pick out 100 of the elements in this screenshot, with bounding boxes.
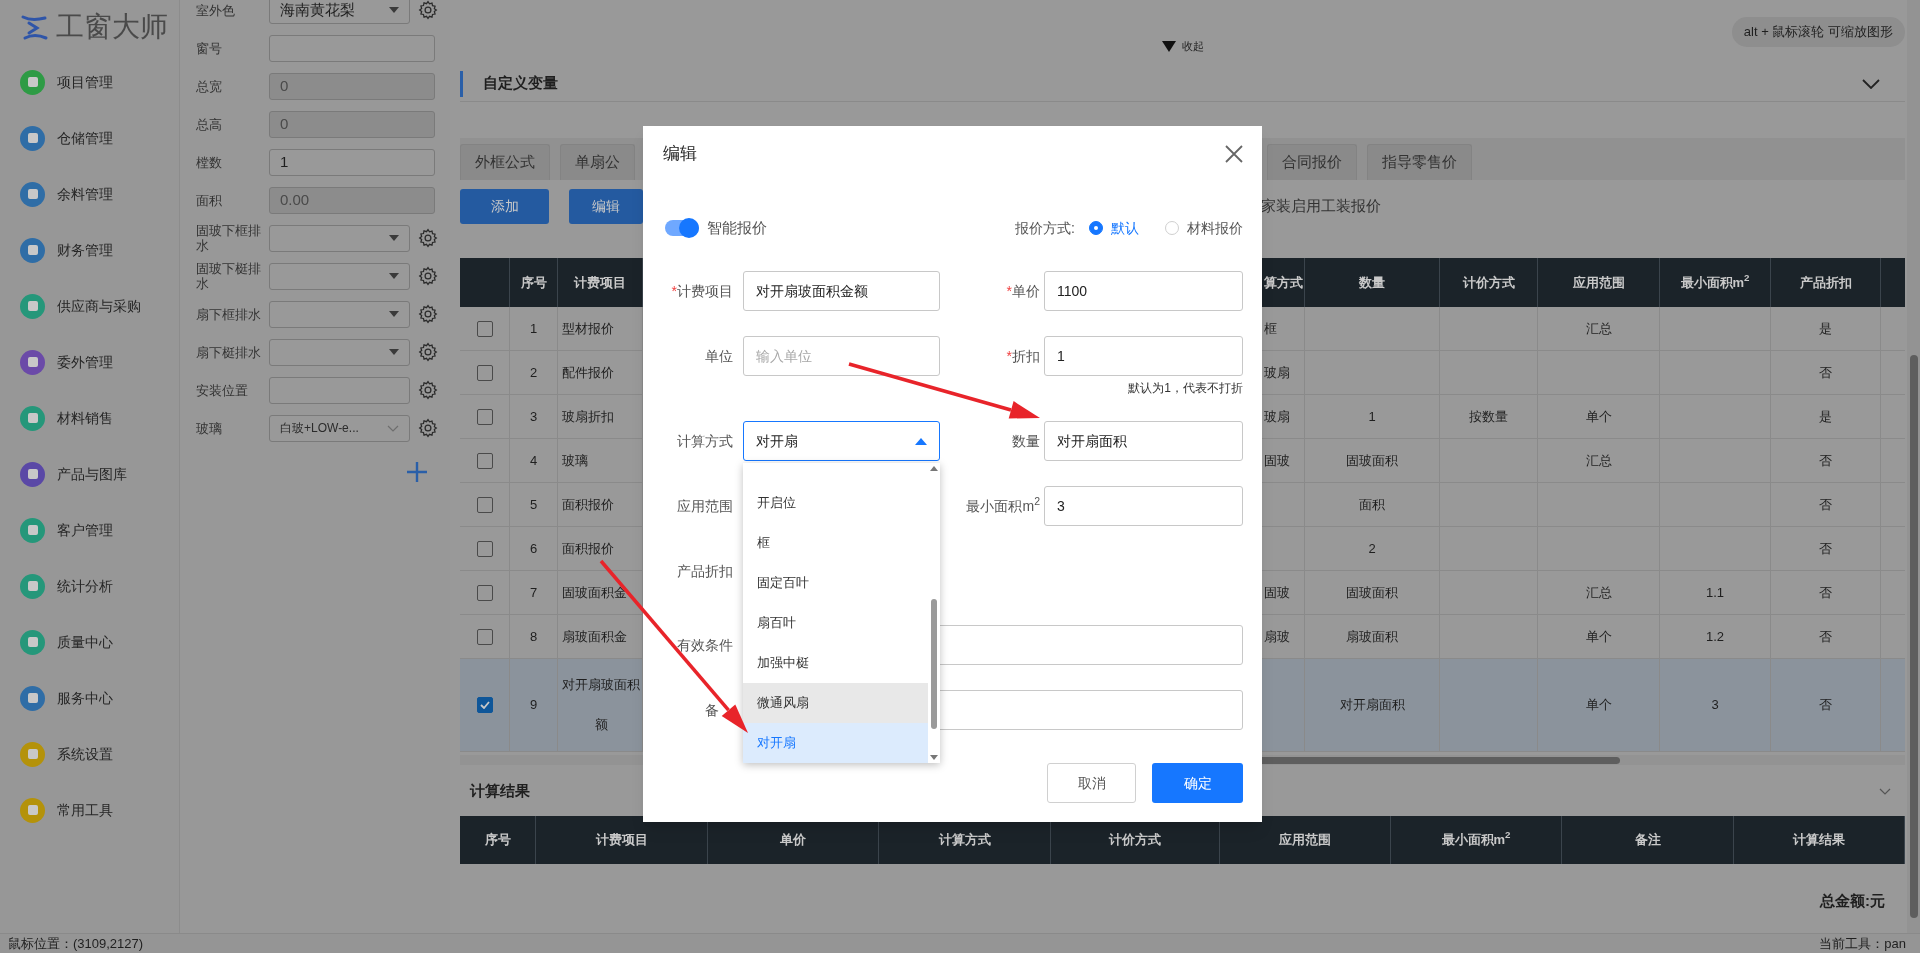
table-cell-text: 固玻 (1264, 451, 1290, 470)
tab[interactable]: 合同报价 (1267, 144, 1357, 180)
table-cell-text: 玻扇 (1264, 363, 1290, 382)
table-cell-text: 对开扇面积 (1339, 696, 1405, 714)
gear-icon[interactable] (418, 304, 438, 324)
sidebar-item[interactable]: 项目管理 (0, 54, 179, 110)
app-logo-text: 工窗大师 (56, 13, 168, 41)
input-field[interactable]: 对开扇玻面积金额 (743, 271, 940, 311)
table-cell-text: 框 (1264, 319, 1277, 338)
table-cell-text: 固玻面积 (1346, 451, 1398, 470)
checkbox[interactable] (476, 364, 493, 381)
select-field[interactable] (269, 300, 410, 328)
dropdown-option[interactable]: 对开扇 (743, 723, 928, 763)
chevron-icon[interactable] (1879, 787, 1891, 795)
dropdown-option[interactable]: 扇百叶 (743, 603, 928, 643)
select-field[interactable]: 海南黄花梨 (269, 0, 410, 24)
input-field[interactable]: 对开扇面积 (1044, 421, 1243, 461)
toolbar-button[interactable]: 编辑 (569, 189, 643, 224)
scrollbar-thumb[interactable] (1909, 355, 1918, 918)
select-field[interactable] (269, 262, 410, 290)
sidebar-item[interactable]: 供应商与采购 (0, 278, 179, 334)
column-header: 计算结果 (1734, 816, 1905, 864)
sidebar-item[interactable]: 仓储管理 (0, 110, 179, 166)
sidebar-item[interactable]: 委外管理 (0, 334, 179, 390)
select-field[interactable] (269, 338, 410, 366)
toggle-switch[interactable] (665, 220, 699, 236)
table-cell-text: 1 (1368, 407, 1376, 426)
scrollbar[interactable] (1907, 0, 1920, 933)
section-title: 自定义变量 (483, 73, 558, 94)
tab[interactable]: 单扇公 (560, 144, 635, 180)
table-cell-text: 按数量 (1469, 407, 1508, 426)
toolbar-note: 家装启用工装报价 (1261, 196, 1381, 217)
dropdown-option[interactable]: 开启位 (743, 483, 928, 523)
checkbox[interactable] (476, 540, 493, 557)
dropdown-option[interactable]: 固定百叶 (743, 563, 928, 603)
scroll-down-icon[interactable] (930, 755, 938, 760)
table-cell-text: 扇玻面积 (1346, 627, 1398, 646)
table-cell-text: 对开扇玻面积额 (562, 676, 640, 734)
sidebar-item[interactable]: 服务中心 (0, 670, 179, 726)
select-field[interactable]: 对开扇 (743, 421, 940, 461)
input-field[interactable] (269, 34, 435, 62)
input-field[interactable]: 1 (269, 148, 435, 176)
add-icon[interactable] (406, 461, 428, 483)
checkbox[interactable] (476, 697, 493, 713)
toolbar-button[interactable]: 添加 (460, 189, 549, 224)
table-cell-text: 否 (1819, 696, 1832, 714)
input-field[interactable]: 1 (1044, 336, 1243, 376)
tab[interactable]: 指导零售价 (1367, 144, 1472, 180)
table-cell-text: 4 (529, 451, 538, 470)
field-label: 固玻下梃排水 (196, 261, 262, 291)
checkbox[interactable] (476, 496, 493, 513)
field-label: 单价 (1012, 281, 1040, 301)
sidebar-item[interactable]: 余料管理 (0, 166, 179, 222)
collapse-link[interactable]: 收起 (1181, 37, 1204, 54)
select-field[interactable]: 白玻+LOW-e... (269, 414, 410, 442)
close-icon[interactable] (1225, 145, 1243, 163)
select-field[interactable] (269, 224, 410, 252)
checkbox[interactable] (476, 320, 493, 337)
sidebar-item[interactable]: 材料销售 (0, 390, 179, 446)
field-label: 应用范围 (677, 496, 733, 516)
input-field[interactable]: 1100 (1044, 271, 1243, 311)
sidebar-item[interactable]: 系统设置 (0, 726, 179, 782)
checkbox[interactable] (476, 452, 493, 469)
checkbox[interactable] (476, 408, 493, 425)
sidebar-item[interactable]: 财务管理 (0, 222, 179, 278)
table-cell-text: 扇玻 (1264, 627, 1290, 646)
gear-icon[interactable] (418, 228, 438, 248)
confirm-button[interactable]: 确定 (1152, 763, 1243, 803)
input-field[interactable] (269, 376, 410, 404)
field-hint: 默认为1，代表不打折 (1127, 380, 1243, 396)
dropdown-option[interactable]: 微通风扇 (743, 683, 928, 723)
scroll-up-icon[interactable] (930, 466, 938, 471)
gear-icon[interactable] (418, 380, 438, 400)
tab[interactable]: 外框公式 (460, 144, 550, 180)
sidebar-item[interactable]: 常用工具 (0, 782, 179, 838)
status-text: 鼠标位置：(3109,2127) (8, 934, 144, 953)
checkbox[interactable] (476, 584, 493, 601)
caret-icon (389, 349, 399, 355)
input-field[interactable]: 3 (1044, 486, 1243, 526)
gear-icon[interactable] (418, 266, 438, 286)
table-cell-text: 否 (1819, 495, 1832, 514)
scrollbar-thumb[interactable] (931, 599, 937, 729)
table-cell-text: 单个 (1585, 407, 1612, 426)
gear-icon[interactable] (418, 0, 438, 20)
sidebar-item[interactable]: 产品与图库 (0, 446, 179, 502)
sidebar-item[interactable]: 质量中心 (0, 614, 179, 670)
cancel-button[interactable]: 取消 (1047, 763, 1136, 803)
chevron-icon[interactable] (1862, 78, 1880, 89)
checkbox[interactable] (476, 628, 493, 645)
dropdown-option[interactable]: 加强中梃 (743, 643, 928, 683)
sidebar-item[interactable]: 统计分析 (0, 558, 179, 614)
radio-button[interactable] (1089, 221, 1103, 235)
gear-icon[interactable] (418, 418, 438, 438)
sidebar-item[interactable]: 客户管理 (0, 502, 179, 558)
caret-icon (389, 273, 399, 279)
gear-icon[interactable] (418, 342, 438, 362)
table-cell-text: 面积 (1359, 495, 1385, 514)
radio-label: 默认 (1111, 218, 1139, 238)
dropdown-option[interactable]: 框 (743, 523, 928, 563)
field-label: 最小面积m$^{2}$ (966, 495, 1040, 516)
